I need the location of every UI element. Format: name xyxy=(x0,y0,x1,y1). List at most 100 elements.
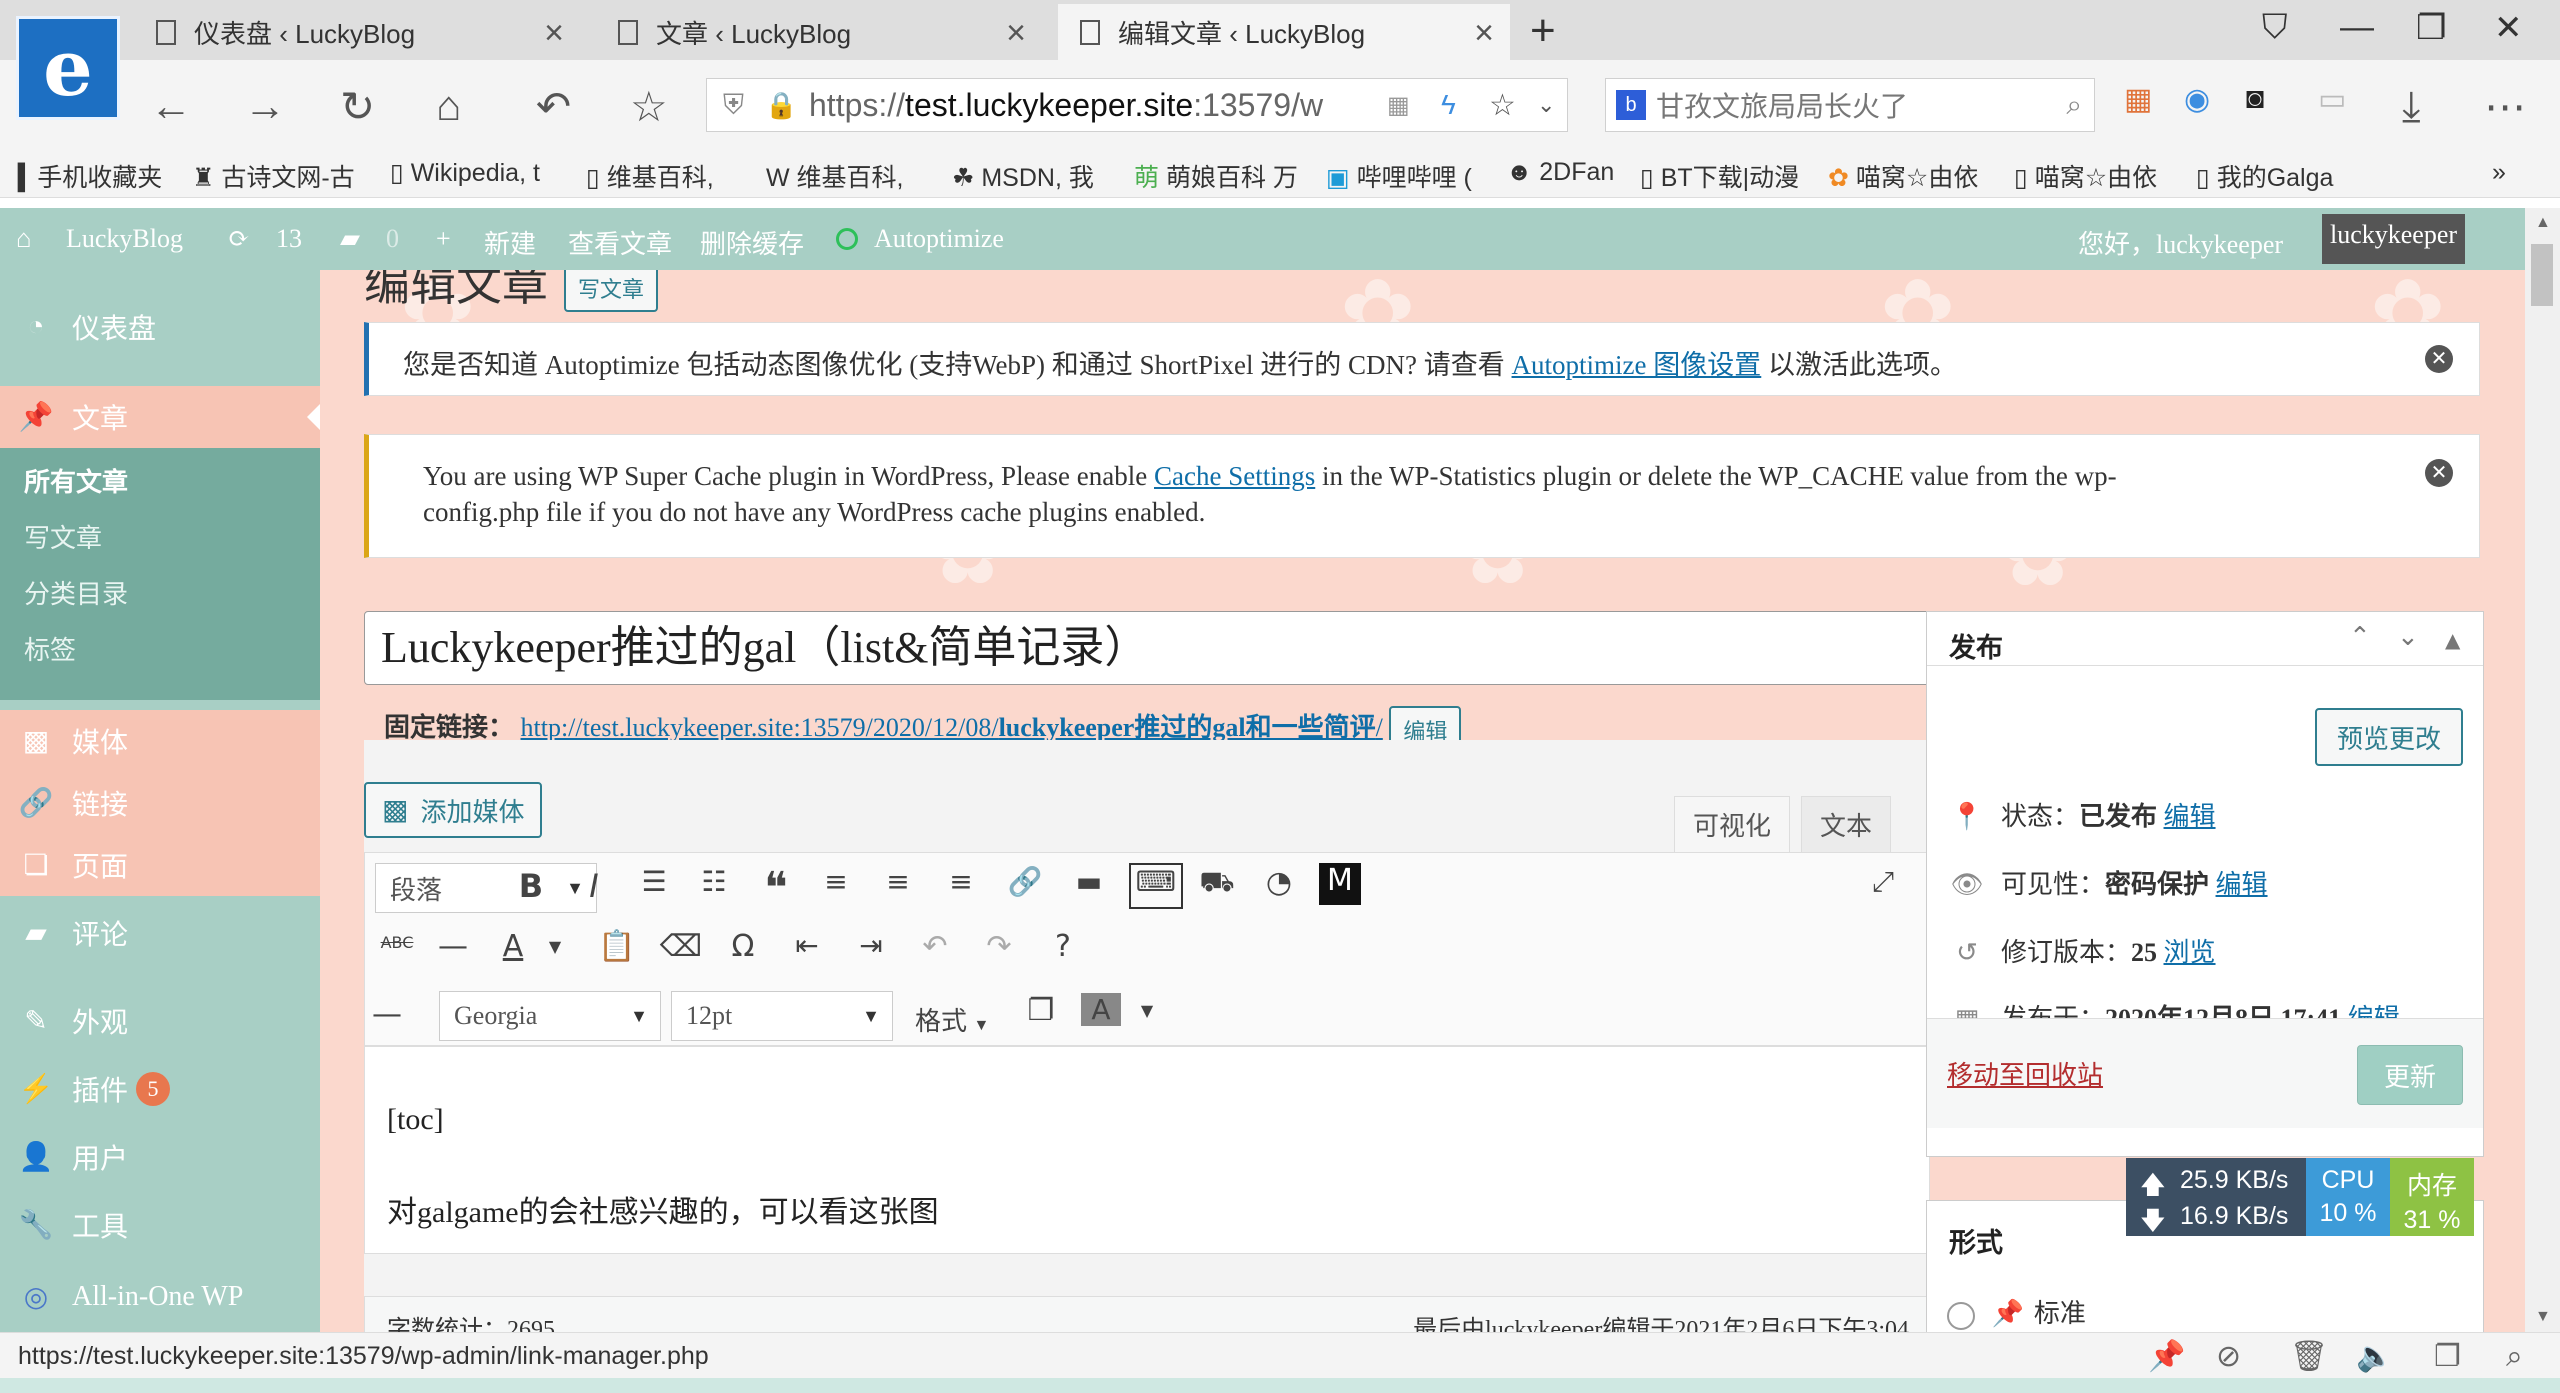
submenu-new-post[interactable]: 写文章 xyxy=(24,518,102,555)
greeting-link[interactable]: 您好，luckykeeper xyxy=(2078,224,2283,261)
undo-close-icon[interactable]: ↶ xyxy=(536,82,571,131)
radio-button[interactable] xyxy=(1947,1302,1975,1331)
font-size-select[interactable]: 12pt ▼ xyxy=(671,991,893,1041)
format-standard-option[interactable]: 📌 标准 xyxy=(1947,1293,2086,1331)
bookmark-item[interactable]: ▯ 喵窝☆由依 xyxy=(2014,158,2157,194)
help-icon[interactable]: ? xyxy=(1041,929,1085,964)
chevron-down-icon[interactable]: ▼ xyxy=(533,937,577,956)
close-window-icon[interactable]: ✕ xyxy=(2494,8,2523,48)
address-bar[interactable]: ⛨ 🔒 https://test.luckykeeper.site:13579/… xyxy=(706,78,1568,132)
formats-menu[interactable]: 格式 ▼ xyxy=(915,1001,989,1038)
forward-icon[interactable]: → xyxy=(244,82,286,130)
tab-posts[interactable]: 文章 ‹ LuckyBlog × xyxy=(596,4,1042,60)
bookmark-item[interactable]: ▣ 哔哩哔哩 ( xyxy=(1326,158,1472,194)
bookmark-star-icon[interactable]: ☆ xyxy=(1489,88,1516,123)
background-color-icon[interactable]: A xyxy=(1081,993,1121,1026)
pin-icon[interactable]: 📌 xyxy=(2148,1339,2185,1374)
updates-icon[interactable]: ⟳ xyxy=(228,224,250,254)
sidebar-item-media[interactable]: ▩ 媒体 xyxy=(0,710,320,772)
view-posts-link[interactable]: 查看文章 xyxy=(568,224,672,261)
bookmark-item[interactable]: ♜ 古诗文网-古 xyxy=(192,158,355,194)
avatar[interactable]: luckykeeper xyxy=(2322,214,2466,264)
chevron-down-icon[interactable]: ⌄ xyxy=(1537,92,1555,118)
preview-changes-button[interactable]: 预览更改 xyxy=(2314,708,2463,766)
qr-icon[interactable]: ▦ xyxy=(1387,91,1410,120)
site-home-icon[interactable]: ⌂ xyxy=(16,224,32,254)
sidebar-item-users[interactable]: 👤 用户 xyxy=(0,1126,320,1188)
window-icon[interactable]: ❐ xyxy=(2434,1339,2461,1374)
collapse-icon[interactable]: ▲ xyxy=(2445,628,2460,652)
favorite-star-icon[interactable]: ☆ xyxy=(630,82,668,131)
lightning-icon[interactable]: ϟ xyxy=(1441,89,1456,121)
paragraph-format-select[interactable]: 段落 ▼ xyxy=(375,863,597,913)
minimize-icon[interactable]: — xyxy=(2340,8,2374,47)
bookmark-item[interactable]: W 维基百科, xyxy=(766,158,904,194)
comments-icon[interactable]: ▰ xyxy=(340,224,360,254)
skin-icon[interactable]: ⛉ xyxy=(2262,8,2288,47)
copy-icon[interactable]: ❐ xyxy=(1019,993,1063,1028)
insert-link-icon[interactable]: 🔗 xyxy=(1003,865,1047,898)
scroll-up-icon[interactable]: ▲ xyxy=(2535,214,2551,232)
italic-icon[interactable]: I xyxy=(572,867,616,905)
new-tab-icon[interactable]: + xyxy=(1530,6,1556,56)
post-title-input[interactable]: Luckykeeper推过的gal（list&简单记录） xyxy=(364,611,1930,685)
trash-icon[interactable]: 🗑 xyxy=(2290,1339,2328,1374)
bookmark-item[interactable]: ▯ 维基百科, xyxy=(586,158,714,194)
write-post-button[interactable]: 写文章 xyxy=(564,270,659,312)
search-icon[interactable]: ⌕ xyxy=(2066,89,2082,122)
sidebar-item-appearance[interactable]: ✎ 外观 xyxy=(0,990,320,1052)
edit-visibility-link[interactable]: 编辑 xyxy=(2216,870,2268,899)
tab-text[interactable]: 文本 xyxy=(1801,796,1892,852)
bookmark-item[interactable]: ▍手机收藏夹 xyxy=(18,158,162,194)
toolbar-toggle-icon[interactable]: ⌨ xyxy=(1129,863,1183,909)
clear-formatting-icon[interactable]: ⌫ xyxy=(659,929,703,964)
blockquote-icon[interactable]: ❝ xyxy=(754,863,798,914)
sidebar-item-links[interactable]: 🔗 链接 xyxy=(0,772,320,834)
dismiss-notice-icon[interactable]: ✕ xyxy=(2425,459,2453,487)
updates-count[interactable]: 13 xyxy=(276,224,302,254)
browse-revisions-link[interactable]: 浏览 xyxy=(2164,938,2216,967)
home-icon[interactable]: ⌂ xyxy=(436,82,461,130)
text-color-icon[interactable]: A xyxy=(491,929,535,964)
undo-icon[interactable]: ↶ xyxy=(913,929,957,964)
submenu-tags[interactable]: 标签 xyxy=(24,630,76,667)
browser-logo-icon[interactable]: e xyxy=(16,16,120,120)
zoom-icon[interactable]: ⌕ xyxy=(2506,1339,2523,1374)
speed-icon[interactable]: ⊘ xyxy=(2216,1339,2241,1374)
move-to-trash-link[interactable]: 移动至回收站 xyxy=(1947,1055,2103,1092)
bookmarks-overflow-button[interactable]: » xyxy=(2492,158,2506,187)
add-media-button[interactable]: ▩ 添加媒体 xyxy=(364,782,543,838)
horizontal-line-icon[interactable]: — xyxy=(431,929,475,964)
bookmark-item[interactable]: ✿ 喵窝☆由依 xyxy=(1828,158,1978,194)
bookmark-item[interactable]: ▯ Wikipedia, t xyxy=(390,158,540,188)
indent-icon[interactable]: ⇥ xyxy=(849,929,893,962)
back-icon[interactable]: ← xyxy=(150,82,192,130)
special-character-icon[interactable]: Ω xyxy=(721,929,765,964)
align-center-icon[interactable]: ≡ xyxy=(876,865,920,898)
read-more-icon[interactable]: ▬ xyxy=(1067,865,1111,898)
bookmark-item[interactable]: ☘ MSDN, 我 xyxy=(952,158,1094,194)
sidebar-item-dashboard[interactable]: ◔ 仪表盘 xyxy=(0,296,320,358)
translate-icon[interactable]: ◉ xyxy=(2184,82,2210,117)
more-menu-icon[interactable]: ⋯ xyxy=(2484,82,2526,131)
outdent-icon[interactable]: ⇤ xyxy=(785,929,829,962)
edit-status-link[interactable]: 编辑 xyxy=(2164,802,2216,831)
horizontal-rule-icon[interactable]: — xyxy=(365,997,409,1032)
scrollbar-thumb[interactable] xyxy=(2531,244,2553,306)
chart-icon[interactable]: ◔ xyxy=(1257,865,1301,900)
autoptimize-link[interactable]: Autoptimize xyxy=(874,224,1004,254)
scroll-down-icon[interactable]: ▼ xyxy=(2535,1308,2551,1326)
chevron-down-icon[interactable]: ▼ xyxy=(1125,1001,1169,1020)
comments-count[interactable]: 0 xyxy=(386,224,399,254)
site-name-link[interactable]: LuckyBlog xyxy=(66,224,183,254)
move-up-icon[interactable]: ⌃ xyxy=(2349,622,2371,652)
purge-cache-link[interactable]: 删除缓存 xyxy=(700,224,804,261)
reload-icon[interactable]: ↻ xyxy=(340,82,375,131)
move-down-icon[interactable]: ⌄ xyxy=(2397,622,2419,652)
align-right-icon[interactable]: ≡ xyxy=(939,865,983,898)
sidebar-item-comments[interactable]: ▰ 评论 xyxy=(0,902,320,964)
new-content-link[interactable]: 新建 xyxy=(484,224,536,261)
search-input[interactable]: 甘孜文旅局局长火了 xyxy=(1656,85,1908,125)
maximize-icon[interactable]: ❐ xyxy=(2416,8,2446,48)
bookmark-item[interactable]: ☻ 2DFan xyxy=(1506,158,1614,187)
